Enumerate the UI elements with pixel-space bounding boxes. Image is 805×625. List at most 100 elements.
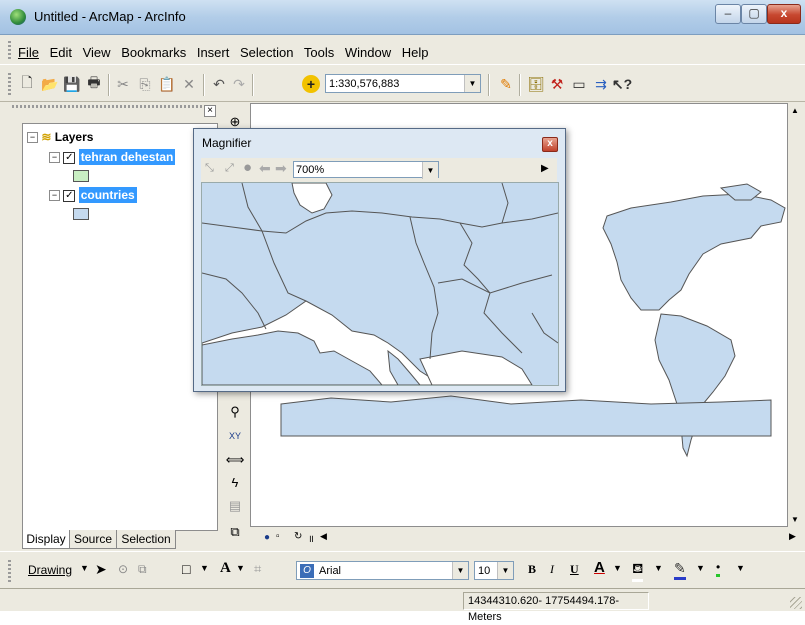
undo-icon[interactable]: ↶: [210, 75, 228, 93]
model-builder-icon[interactable]: ⇉: [592, 75, 610, 93]
layer-visibility-checkbox[interactable]: ✓: [63, 189, 76, 202]
redo-icon[interactable]: ↷: [230, 75, 248, 93]
layer-name[interactable]: countries: [78, 187, 137, 203]
magnifier-close-button[interactable]: x: [542, 137, 558, 152]
find-icon[interactable]: ⚲: [226, 403, 244, 421]
toc-titlebar[interactable]: ×: [10, 105, 218, 117]
menu-window[interactable]: Window: [345, 45, 391, 60]
layout-view-icon[interactable]: ▫: [276, 531, 280, 542]
create-viewer-icon[interactable]: ⧉: [226, 523, 244, 541]
menubar-grip[interactable]: [8, 41, 11, 59]
zoom-to-selected-icon[interactable]: ⧉: [138, 562, 147, 577]
collapse-icon[interactable]: −: [27, 132, 38, 144]
tab-source[interactable]: Source: [69, 530, 117, 549]
toc-grip[interactable]: [12, 105, 202, 108]
underline-button[interactable]: U: [570, 562, 579, 577]
scroll-down-arrow[interactable]: ▼: [791, 515, 799, 524]
font-name-select[interactable]: O Arial ▼: [296, 561, 469, 580]
chevron-down-icon[interactable]: ▼: [464, 75, 480, 92]
toolbar-grip[interactable]: [8, 73, 11, 95]
delete-icon[interactable]: ✕: [180, 75, 198, 93]
chevron-down-icon[interactable]: ▼: [736, 563, 745, 573]
copy-icon[interactable]: ⎘: [136, 75, 154, 93]
pause-drawing-icon[interactable]: ॥: [308, 531, 314, 545]
line-color-icon[interactable]: ✎: [674, 560, 686, 580]
layer-row-countries[interactable]: − ✓ countries: [49, 187, 137, 203]
chevron-down-icon[interactable]: ▼: [452, 562, 468, 579]
data-view-icon[interactable]: ●: [264, 532, 270, 543]
layer-row-tehran-dehestan[interactable]: − ✓ tehran dehestan: [49, 149, 176, 165]
menu-tools[interactable]: Tools: [304, 45, 334, 60]
magnifier-zoom-select[interactable]: 700% ▼: [293, 161, 439, 179]
save-icon[interactable]: 💾: [63, 75, 81, 93]
scroll-up-arrow[interactable]: ▲: [791, 106, 799, 115]
font-size-select[interactable]: 10 ▼: [474, 561, 514, 580]
magnifier-menu-arrow[interactable]: ▶: [541, 163, 549, 174]
toc-close-button[interactable]: ×: [204, 105, 216, 117]
magnifier-window[interactable]: Magnifier x ⤡ ⤢ ● ⬅ ➡ 700% ▼ ▶: [193, 128, 566, 392]
magnifier-view[interactable]: [201, 182, 559, 386]
scroll-right-arrow[interactable]: ▶: [789, 531, 796, 542]
drawing-toolbar-grip[interactable]: [8, 560, 11, 582]
title-bar[interactable]: Untitled - ArcMap - ArcInfo – ▢ x: [0, 0, 805, 35]
rotate-icon[interactable]: ⊙: [118, 562, 128, 576]
select-elements-icon[interactable]: ➤: [95, 561, 107, 578]
layer-visibility-checkbox[interactable]: ✓: [63, 151, 76, 164]
whats-this-icon[interactable]: ↖?: [612, 75, 632, 93]
scroll-left-arrow[interactable]: ◀: [320, 531, 327, 542]
hyperlink-icon[interactable]: ϟ: [226, 473, 244, 491]
cut-icon[interactable]: ✂: [114, 75, 132, 93]
marker-color-icon[interactable]: •: [716, 560, 721, 577]
arccatalog-icon[interactable]: 🗄: [527, 75, 545, 93]
chevron-down-icon[interactable]: ▼: [696, 563, 705, 573]
tab-display[interactable]: Display: [22, 530, 70, 549]
collapse-icon[interactable]: −: [49, 152, 60, 164]
map-scale-input[interactable]: 1:330,576,883 ▼: [325, 74, 481, 93]
print-icon[interactable]: 🖶: [85, 74, 103, 93]
back-arrow-icon[interactable]: ⬅: [259, 160, 271, 177]
full-extent-icon[interactable]: ●: [243, 159, 252, 176]
map-vertical-scrollbar[interactable]: ▲ ▼: [788, 103, 805, 527]
chevron-down-icon[interactable]: ▼: [80, 563, 89, 573]
open-icon[interactable]: 📂: [41, 75, 59, 93]
minimize-button[interactable]: –: [715, 4, 741, 24]
drawing-menu[interactable]: Drawing: [28, 563, 72, 577]
add-data-icon[interactable]: +: [302, 75, 320, 93]
zoom-out-fixed-icon[interactable]: ⤢: [225, 162, 234, 175]
refresh-icon[interactable]: ↻: [294, 531, 302, 542]
command-line-icon[interactable]: ▭: [570, 75, 588, 93]
text-tool-icon[interactable]: A: [220, 560, 231, 577]
new-icon[interactable]: 🗋: [18, 74, 36, 93]
arctoolbox-icon[interactable]: ⚒: [548, 75, 566, 93]
menu-selection[interactable]: Selection: [240, 45, 293, 60]
chevron-down-icon[interactable]: ▼: [613, 563, 622, 573]
menu-bookmarks[interactable]: Bookmarks: [121, 45, 186, 60]
editor-icon[interactable]: ✎: [497, 75, 515, 93]
html-popup-icon[interactable]: ▤: [226, 497, 244, 515]
measure-icon[interactable]: ⟺: [226, 451, 245, 469]
paste-icon[interactable]: 📋: [158, 75, 176, 93]
zoom-in-fixed-icon[interactable]: ⤡: [205, 162, 214, 175]
toc-root[interactable]: − ≋ Layers: [27, 130, 93, 144]
menu-help[interactable]: Help: [402, 45, 429, 60]
chevron-down-icon[interactable]: ▼: [422, 162, 438, 179]
edit-vertices-icon[interactable]: ⌗: [254, 561, 261, 577]
layer-symbol-swatch[interactable]: [73, 208, 89, 220]
maximize-button[interactable]: ▢: [741, 4, 767, 24]
resize-grip[interactable]: [790, 597, 802, 609]
fill-color-icon[interactable]: ⛾: [632, 560, 644, 582]
chevron-down-icon[interactable]: ▼: [497, 562, 513, 579]
menu-edit[interactable]: Edit: [50, 45, 72, 60]
font-color-icon[interactable]: A: [594, 559, 605, 576]
menu-file[interactable]: File: [18, 45, 39, 60]
forward-arrow-icon[interactable]: ➡: [275, 160, 287, 177]
layer-symbol-swatch[interactable]: [73, 170, 89, 182]
rectangle-icon[interactable]: □: [182, 561, 190, 577]
bold-button[interactable]: B: [528, 562, 536, 577]
menu-view[interactable]: View: [83, 45, 111, 60]
tab-selection[interactable]: Selection: [116, 530, 176, 549]
go-to-xy-icon[interactable]: XY: [226, 427, 244, 445]
collapse-icon[interactable]: −: [49, 190, 60, 202]
layer-name[interactable]: tehran dehestan: [78, 149, 176, 165]
menu-insert[interactable]: Insert: [197, 45, 230, 60]
